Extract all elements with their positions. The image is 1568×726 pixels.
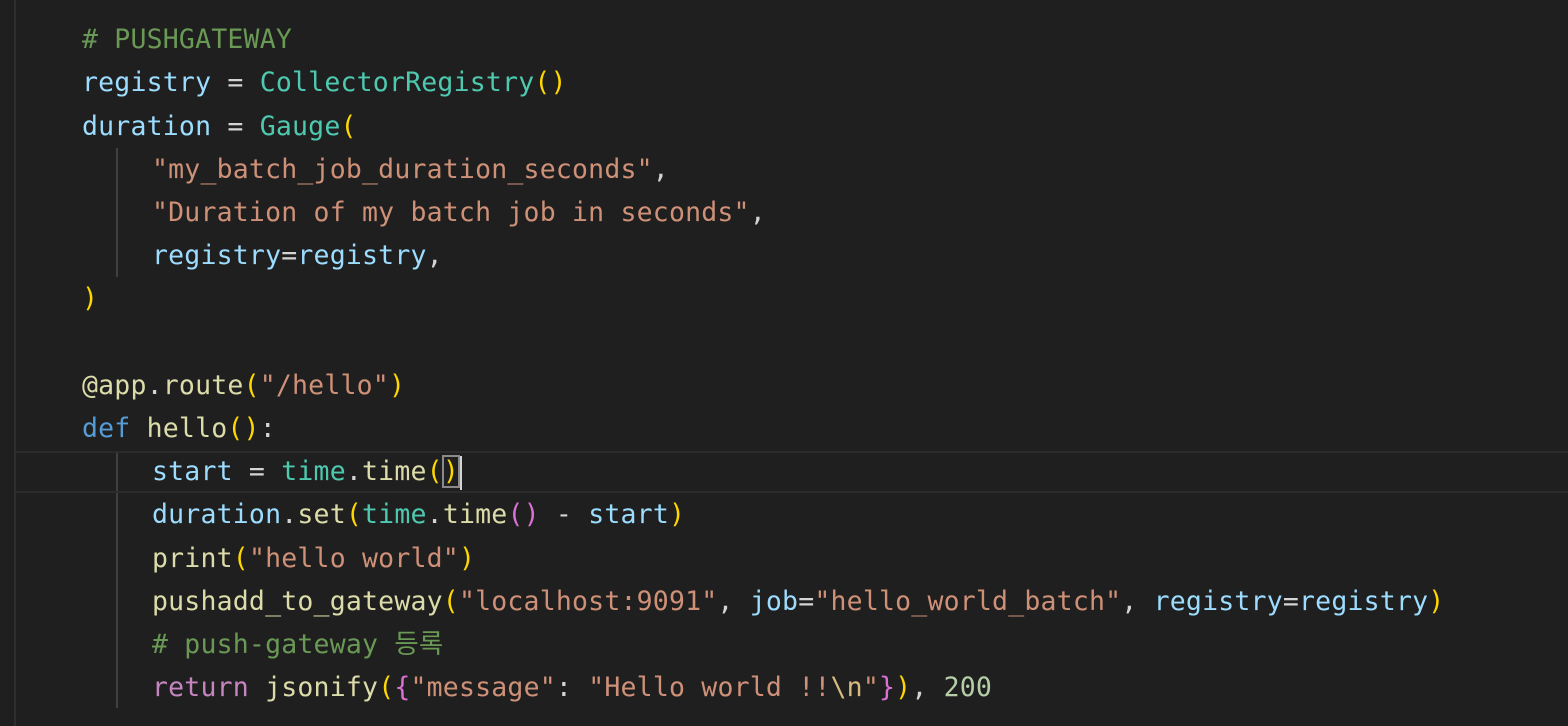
code-token: registry <box>82 67 212 98</box>
code-token: ) <box>458 543 476 574</box>
code-token: time <box>442 499 508 530</box>
code-token: registry <box>1153 586 1283 617</box>
code-token: ) <box>388 370 406 401</box>
code-token: : <box>555 672 589 703</box>
code-token: ( <box>442 586 459 617</box>
code-token: start <box>152 456 233 487</box>
code-line-13[interactable]: pushadd_to_gateway("localhost:9091", job… <box>152 580 1444 623</box>
code-line-3[interactable]: duration = Gauge( <box>82 105 357 148</box>
code-token: "hello_world_batch" <box>814 586 1122 617</box>
code-token: registry <box>1299 586 1429 617</box>
code-line-9[interactable]: def hello(): <box>82 407 276 450</box>
code-token: ( <box>378 672 395 703</box>
code-token: CollectorRegistry <box>259 67 535 98</box>
code-token: = <box>1282 586 1300 617</box>
code-token: # push-gateway 등록 <box>152 629 444 660</box>
code-token: , <box>652 154 669 185</box>
code-token: - <box>539 499 589 530</box>
code-token: "localhost:9091" <box>458 586 718 617</box>
code-token: ( <box>243 370 260 401</box>
code-token: "my_batch_job_duration_seconds" <box>152 154 653 185</box>
code-token: ) <box>1428 586 1445 617</box>
code-token: . <box>426 499 443 530</box>
code-token: @app <box>82 370 147 401</box>
code-token: = <box>281 240 298 271</box>
code-line-7[interactable]: ) <box>82 277 98 320</box>
code-line-4[interactable]: "my_batch_job_duration_seconds", <box>152 148 669 191</box>
code-token: { <box>394 672 411 703</box>
code-line-5[interactable]: "Duration of my batch job in seconds", <box>152 191 766 234</box>
code-line-10[interactable]: start = time.time() <box>152 450 462 493</box>
code-token: registry <box>152 240 282 271</box>
code-token: = <box>211 111 260 142</box>
code-token: } <box>879 672 896 703</box>
code-token: () <box>227 413 260 444</box>
code-line-11[interactable]: duration.set(time.time() - start) <box>152 493 685 536</box>
code-token: "Duration of my batch job in seconds" <box>152 197 750 228</box>
code-line-8[interactable]: @app.route("/hello") <box>82 364 405 407</box>
code-token: () <box>534 67 567 98</box>
code-token: ( <box>345 499 363 530</box>
code-token: ) <box>82 283 99 314</box>
code-line-1[interactable]: # PUSHGATEWAY <box>82 18 292 61</box>
code-token: ( <box>232 543 249 574</box>
code-token: \n <box>830 672 863 703</box>
code-token: : <box>259 413 276 444</box>
code-token: ) <box>441 455 460 488</box>
code-token: Gauge <box>259 111 341 142</box>
code-line-14[interactable]: # push-gateway 등록 <box>152 623 443 666</box>
code-token: 200 <box>943 672 993 703</box>
code-token: print <box>152 543 233 574</box>
code-token: duration <box>152 499 282 530</box>
code-token: # PUSHGATEWAY <box>82 24 293 55</box>
code-token: time <box>362 499 427 530</box>
code-editor[interactable]: # PUSHGATEWAY registry = CollectorRegist… <box>0 0 1568 726</box>
code-token: () <box>507 499 540 530</box>
code-token: job <box>749 586 799 617</box>
code-token: " <box>862 672 879 703</box>
code-line-15[interactable]: return jsonify({"message": "Hello world … <box>152 666 992 709</box>
code-line-12[interactable]: print("hello world") <box>152 537 475 580</box>
code-token: "/hello" <box>259 370 389 401</box>
code-token: = <box>232 456 282 487</box>
code-token: hello <box>146 413 228 444</box>
code-token: time <box>362 456 427 487</box>
code-token: ) <box>895 672 912 703</box>
code-token: , <box>426 240 443 271</box>
code-token: pushadd_to_gateway <box>152 586 443 617</box>
code-token: def <box>82 413 131 444</box>
indent-guide <box>116 148 118 277</box>
editor-gutter-border <box>14 0 16 726</box>
code-token: set <box>297 499 346 530</box>
code-token: , <box>911 672 944 703</box>
code-token: , <box>1121 586 1154 617</box>
text-cursor <box>459 455 462 490</box>
code-token: ) <box>669 499 686 530</box>
code-token: duration <box>82 111 212 142</box>
code-line-6[interactable]: registry=registry, <box>152 234 443 277</box>
code-line-2[interactable]: registry = CollectorRegistry() <box>82 61 567 104</box>
code-token: . <box>146 370 163 401</box>
code-token: return <box>152 672 249 703</box>
code-token: = <box>211 67 260 98</box>
code-token: = <box>798 586 815 617</box>
code-token: ( <box>340 111 357 142</box>
code-token: . <box>345 456 363 487</box>
code-token: jsonify <box>265 672 379 703</box>
code-token: registry <box>297 240 427 271</box>
code-token: , <box>717 586 750 617</box>
code-token: start <box>588 499 669 530</box>
code-token: "message" <box>410 672 556 703</box>
code-token: , <box>749 197 766 228</box>
code-token: "Hello world !! <box>588 672 831 703</box>
code-token: ( <box>426 456 443 487</box>
code-token: "hello world" <box>248 543 459 574</box>
code-token: route <box>162 370 244 401</box>
code-token: time <box>281 456 346 487</box>
code-token: . <box>281 499 298 530</box>
